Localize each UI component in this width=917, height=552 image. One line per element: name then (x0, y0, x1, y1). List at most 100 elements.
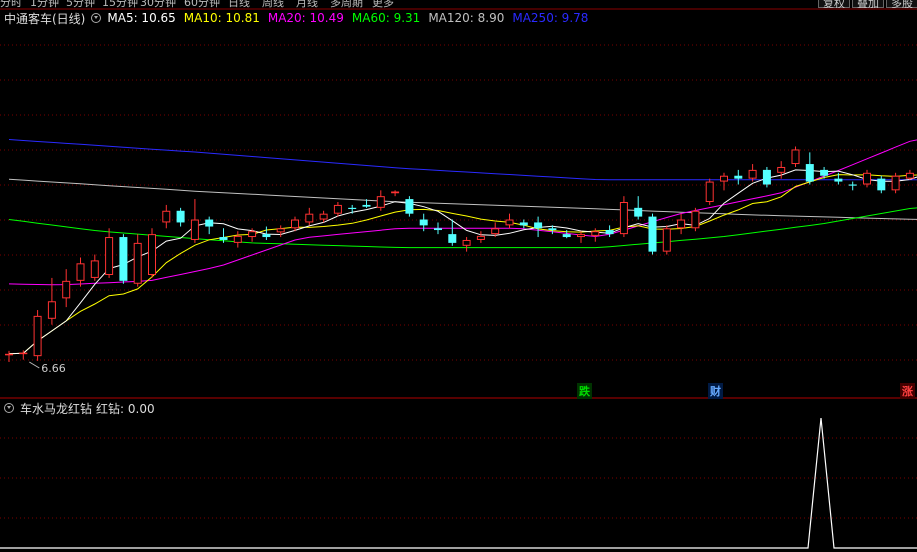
candle-body (162, 210, 171, 223)
candle-body (448, 234, 457, 243)
candle (434, 222, 442, 235)
candle-body (791, 149, 800, 165)
candle (720, 172, 728, 191)
candle-body (462, 239, 471, 246)
candle-body (105, 237, 114, 275)
candle (648, 213, 657, 255)
candle-body (834, 178, 843, 182)
candle-body (119, 237, 128, 281)
candle-body (248, 231, 257, 238)
candle (905, 169, 914, 180)
indicator-panel (0, 417, 917, 549)
candle-body (720, 175, 728, 182)
candle-body (805, 164, 814, 182)
candle (319, 210, 328, 223)
candle (634, 196, 643, 220)
candle-body (848, 184, 857, 186)
candle (848, 181, 857, 191)
low-price-label: 6.66 (41, 362, 66, 375)
low-price-pointer (29, 361, 40, 369)
candle (577, 231, 585, 243)
candle-body (491, 228, 500, 235)
ma10-line (8, 174, 917, 355)
candle-body (333, 204, 342, 214)
candle-body (634, 207, 643, 217)
candle-body (748, 169, 757, 179)
candle-body (705, 181, 714, 203)
candle (519, 219, 528, 229)
candle-body (548, 228, 557, 231)
candle-body (76, 263, 85, 281)
candle (877, 175, 886, 194)
candle-body (762, 169, 771, 185)
candle-body (476, 235, 485, 240)
candle-body (691, 210, 700, 229)
candle-body (33, 315, 42, 357)
candle (276, 225, 285, 238)
candle (376, 190, 385, 211)
candle (405, 196, 414, 217)
candle (462, 237, 471, 252)
event-marker[interactable]: 财 (708, 383, 723, 399)
candle (662, 225, 671, 255)
candle (734, 169, 743, 185)
candle (348, 204, 357, 214)
candle-body (90, 260, 99, 278)
candle (105, 228, 114, 278)
event-marker[interactable]: 跌 (577, 383, 592, 399)
candle-body (405, 199, 414, 214)
candle (176, 207, 185, 227)
candle-body (434, 228, 442, 231)
candle-body (305, 213, 314, 223)
candle-body (5, 353, 13, 356)
candle-body (47, 301, 56, 319)
ma20-line (8, 139, 917, 286)
candle (391, 190, 400, 197)
candle (190, 199, 199, 243)
candle (90, 254, 99, 281)
candle-body (391, 191, 400, 194)
event-marker[interactable]: 涨 (900, 383, 915, 399)
candle-body (562, 234, 571, 238)
candle (76, 257, 85, 287)
candle-body (319, 213, 328, 220)
candle-body (133, 242, 142, 284)
candle-body (376, 196, 385, 208)
candle-body (648, 216, 657, 252)
candle (205, 216, 214, 235)
candlestick-chart[interactable]: 12.386.66 (0, 0, 917, 552)
candle-body (219, 237, 228, 240)
moving-average-lines (8, 139, 917, 355)
candle-body (205, 219, 214, 227)
candle (333, 202, 342, 217)
candle (591, 228, 600, 242)
candle-body (505, 219, 514, 226)
candle-body (519, 222, 528, 226)
candle-body (877, 178, 886, 191)
indicator-line (0, 417, 917, 549)
candle (691, 207, 700, 232)
candle-body (19, 352, 28, 355)
candle (5, 350, 13, 362)
candle-body (777, 166, 786, 173)
candle (605, 225, 614, 238)
candle (762, 166, 771, 188)
candle (119, 234, 128, 284)
candle (677, 213, 686, 235)
candle (305, 207, 314, 226)
candle-body (233, 235, 242, 243)
candle (505, 213, 514, 229)
candle (891, 172, 900, 194)
candle-body (62, 280, 71, 299)
candle (133, 234, 142, 287)
candle-body (820, 169, 829, 176)
candle-body (591, 231, 600, 236)
candle-body (362, 204, 371, 207)
candle-body (863, 172, 871, 185)
candle-body (176, 210, 185, 223)
candle-body (291, 219, 299, 229)
candle-body (677, 219, 686, 229)
candle-body (577, 234, 585, 238)
annotations: 12.386.66 (29, 361, 66, 375)
candle-body (662, 228, 671, 252)
